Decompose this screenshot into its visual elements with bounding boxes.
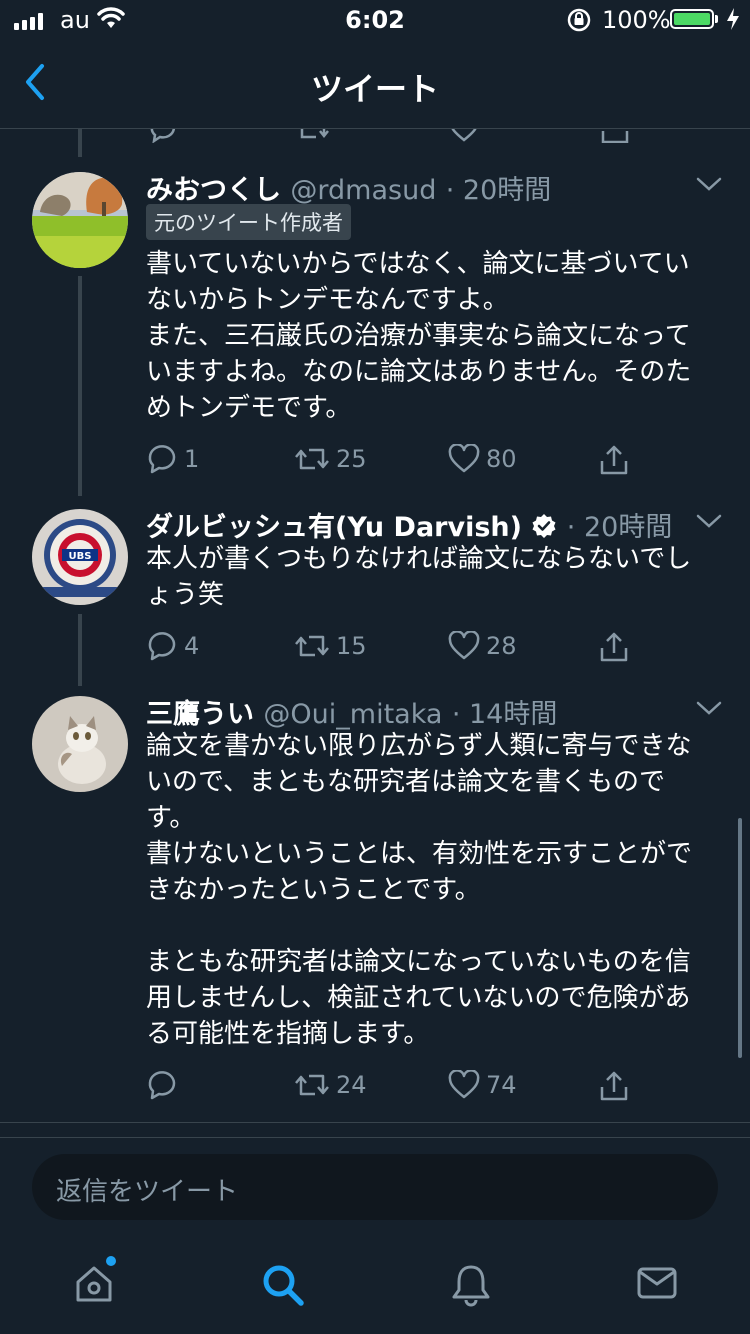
tweet-author[interactable]: ダルビッシュ有(Yu Darvish) · 20時間 [146,505,672,544]
reply-button[interactable]: 4 [146,631,199,661]
author-name: みおつくし [146,175,281,206]
messages-mail-icon[interactable] [636,1262,678,1304]
share-icon[interactable] [600,129,630,143]
avatar[interactable] [32,696,128,792]
retweet-count: 24 [336,1071,367,1099]
page-title: ツイート [310,70,439,108]
rotation-lock-icon [567,8,591,32]
chevron-down-icon[interactable] [696,700,722,716]
previous-tweet-actions [0,129,750,143]
share-icon [600,632,628,662]
verified-badge-icon [532,514,556,538]
share-button[interactable] [598,631,630,663]
tweet-text: 本人が書くつもりなければ論文にならないでしょう笑 [146,544,692,610]
svg-text:UBS: UBS [69,551,92,562]
battery-icon [670,9,714,29]
divider [0,1137,750,1138]
like-icon [448,631,480,660]
tweet-actions: 4 15 28 [146,631,646,671]
retweet-count: 15 [336,632,367,660]
thread-line [78,276,82,496]
reply-icon [148,445,176,474]
avatar[interactable] [32,172,128,268]
divider [0,1122,750,1123]
retweet-button[interactable]: 25 [294,444,367,474]
tweet-author[interactable]: みおつくし @rdmasud · 20時間 [146,168,551,207]
tweet-time: · 20時間 [566,512,673,543]
like-button[interactable]: 28 [448,631,517,661]
reply-icon [148,632,176,661]
thread-line [78,614,82,686]
like-button[interactable]: 80 [448,444,517,474]
retweet-button[interactable]: 15 [294,631,367,661]
notifications-bell-icon[interactable] [450,1262,492,1308]
reply-icon [148,1071,176,1100]
chevron-down-icon[interactable] [696,513,722,529]
reply-count: 4 [184,632,200,660]
share-icon [600,445,628,475]
like-count: 80 [486,445,517,473]
status-bar: au 6:02 100% [0,0,750,40]
retweet-button[interactable]: 24 [294,1070,367,1100]
tweet-actions: 24 74 [146,1070,646,1110]
chevron-down-icon[interactable] [696,176,722,192]
like-icon [448,1070,480,1099]
reply-placeholder: 返信をツイート [56,1177,239,1207]
battery-percent: 100% [602,6,671,34]
author-name: 三鷹うい [146,699,254,730]
thread-line [78,129,82,157]
scrollbar[interactable] [738,818,742,1058]
like-count: 28 [486,632,517,660]
like-count: 74 [486,1071,517,1099]
avatar[interactable]: UBS [32,509,128,605]
battery-cap [715,15,718,23]
original-author-badge: 元のツイート作成者 [146,204,351,240]
like-icon[interactable] [449,129,479,143]
reply-icon[interactable] [148,129,178,143]
reply-input[interactable]: 返信をツイート [32,1154,718,1220]
reply-count: 1 [184,445,200,473]
tweet-text: 書いていないからではなく、論文に基づいていないからトンデモなんですよ。 また、三… [146,249,692,423]
share-button[interactable] [598,1070,630,1102]
tab-bar [0,1240,750,1334]
notification-dot [106,1256,116,1266]
tweet-actions: 1 25 80 [146,444,646,484]
search-icon[interactable] [260,1262,306,1308]
share-icon [600,1071,628,1101]
author-handle: @Oui_mitaka [263,699,443,730]
like-icon [448,444,480,473]
share-button[interactable] [598,444,630,476]
tweet-time: · 20時間 [445,175,552,206]
retweet-icon[interactable] [296,129,330,143]
author-name: ダルビッシュ有(Yu Darvish) [146,512,522,543]
retweet-icon [295,1074,329,1096]
tweet-time: · 14時間 [451,699,558,730]
like-button[interactable]: 74 [448,1070,517,1100]
retweet-count: 25 [336,445,367,473]
reply-button[interactable] [146,1070,184,1100]
reply-button[interactable]: 1 [146,444,199,474]
tweet-text: 論文を書かない限り広がらず人類に寄与できないので、まともな研究者は論文を書くもの… [146,731,693,1049]
author-handle: @rdmasud [290,175,437,206]
navigation-bar: ツイート [0,40,750,129]
charging-icon [727,8,739,30]
retweet-icon [295,635,329,657]
retweet-icon [295,448,329,470]
tweet-author[interactable]: 三鷹うい @Oui_mitaka · 14時間 [146,692,557,731]
home-icon[interactable] [72,1262,116,1306]
